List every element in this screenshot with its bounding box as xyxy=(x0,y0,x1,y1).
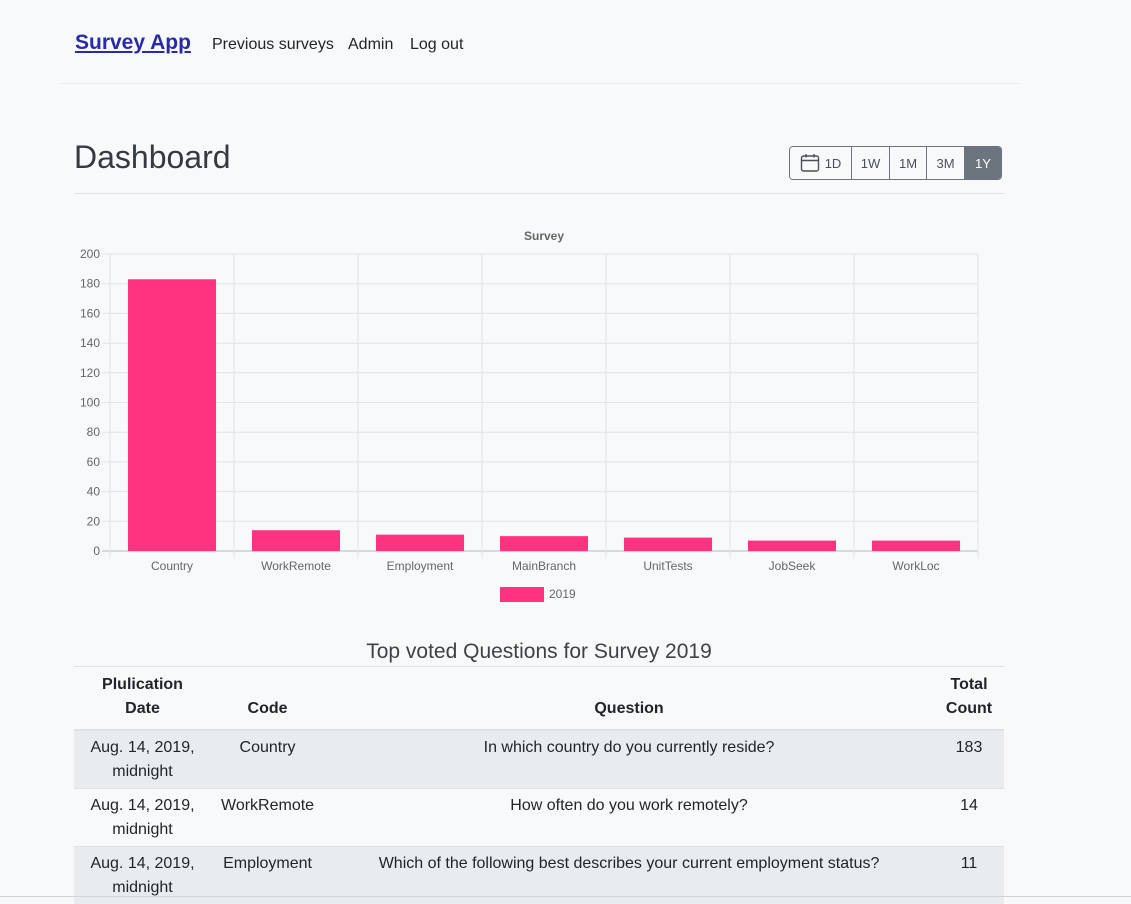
y-tick-label: 200 xyxy=(80,247,100,261)
brand-link[interactable]: Survey App xyxy=(75,31,191,55)
header-question: Question xyxy=(324,667,934,730)
chart-title: Survey xyxy=(524,229,564,243)
bar-jobseek xyxy=(748,541,836,551)
range-button-1w[interactable]: 1W xyxy=(851,147,889,179)
y-tick-label: 180 xyxy=(80,277,100,291)
nav-admin[interactable]: Admin xyxy=(348,36,393,54)
questions-table-container: Plulication Date Code Question Total Cou… xyxy=(74,666,1004,904)
x-tick-label: JobSeek xyxy=(769,559,817,573)
nav-logout[interactable]: Log out xyxy=(410,36,463,54)
y-tick-label: 20 xyxy=(87,514,101,528)
x-tick-label: Employment xyxy=(387,559,454,573)
title-divider xyxy=(74,193,1004,194)
y-tick-label: 100 xyxy=(80,396,100,410)
bar-unittests xyxy=(624,538,712,551)
legend-label: 2019 xyxy=(549,587,576,601)
cell-count: 183 xyxy=(934,730,1004,789)
range-button-1d[interactable]: 1D xyxy=(790,147,851,179)
date-range-selector: 1D 1W 1M 3M 1Y xyxy=(789,146,1002,180)
header-code: Code xyxy=(211,667,324,730)
x-tick-label: WorkLoc xyxy=(892,559,939,573)
x-tick-label: UnitTests xyxy=(643,559,692,573)
survey-bar-chart: Survey 0 20 40 60 80 100 120 140 160 180 200 Country… xyxy=(74,224,1004,614)
range-button-1m[interactable]: 1M xyxy=(889,147,926,179)
calendar-icon xyxy=(800,153,820,173)
x-tick-label: MainBranch xyxy=(512,559,576,573)
cell-code: WorkRemote xyxy=(211,789,324,847)
table-row: Aug. 14, 2019, midnight WorkRemote How o… xyxy=(74,789,1004,847)
nav-previous-surveys[interactable]: Previous surveys xyxy=(212,36,334,54)
table-title: Top voted Questions for Survey 2019 xyxy=(74,640,1004,664)
range-button-1y[interactable]: 1Y xyxy=(964,147,1001,179)
header-total-count: Total Count xyxy=(934,667,1004,730)
bar-employment xyxy=(376,535,464,551)
y-tick-label: 80 xyxy=(87,425,101,439)
page-bottom-border xyxy=(0,896,1131,897)
bar-workremote xyxy=(252,530,340,551)
cell-date: Aug. 14, 2019, midnight xyxy=(74,730,211,789)
navbar: Survey App Previous surveys Admin Log ou… xyxy=(60,0,1020,84)
cell-count: 14 xyxy=(934,789,1004,847)
x-tick-label: Country xyxy=(151,559,193,573)
bar-workloc xyxy=(872,541,960,551)
y-tick-label: 140 xyxy=(80,336,100,350)
y-tick-label: 60 xyxy=(87,455,101,469)
cell-question: In which country do you currently reside… xyxy=(324,730,934,789)
page-title: Dashboard xyxy=(74,139,231,176)
range-label-1d: 1D xyxy=(825,156,842,171)
table-header-row: Plulication Date Code Question Total Cou… xyxy=(74,667,1004,730)
bar-country xyxy=(128,279,216,551)
cell-code: Country xyxy=(211,730,324,789)
x-tick-label: WorkRemote xyxy=(261,559,331,573)
bar-mainbranch xyxy=(500,536,588,551)
cell-date: Aug. 14, 2019, midnight xyxy=(74,789,211,847)
cell-question: How often do you work remotely? xyxy=(324,789,934,847)
table-row: Aug. 14, 2019, midnight Country In which… xyxy=(74,730,1004,789)
y-tick-label: 160 xyxy=(80,306,100,320)
y-tick-label: 40 xyxy=(87,485,101,499)
y-tick-label: 0 xyxy=(93,544,100,558)
range-button-3m[interactable]: 3M xyxy=(926,147,964,179)
header-date: Plulication Date xyxy=(74,667,211,730)
y-tick-label: 120 xyxy=(80,366,100,380)
legend-swatch xyxy=(500,587,544,602)
questions-table: Plulication Date Code Question Total Cou… xyxy=(74,667,1004,904)
